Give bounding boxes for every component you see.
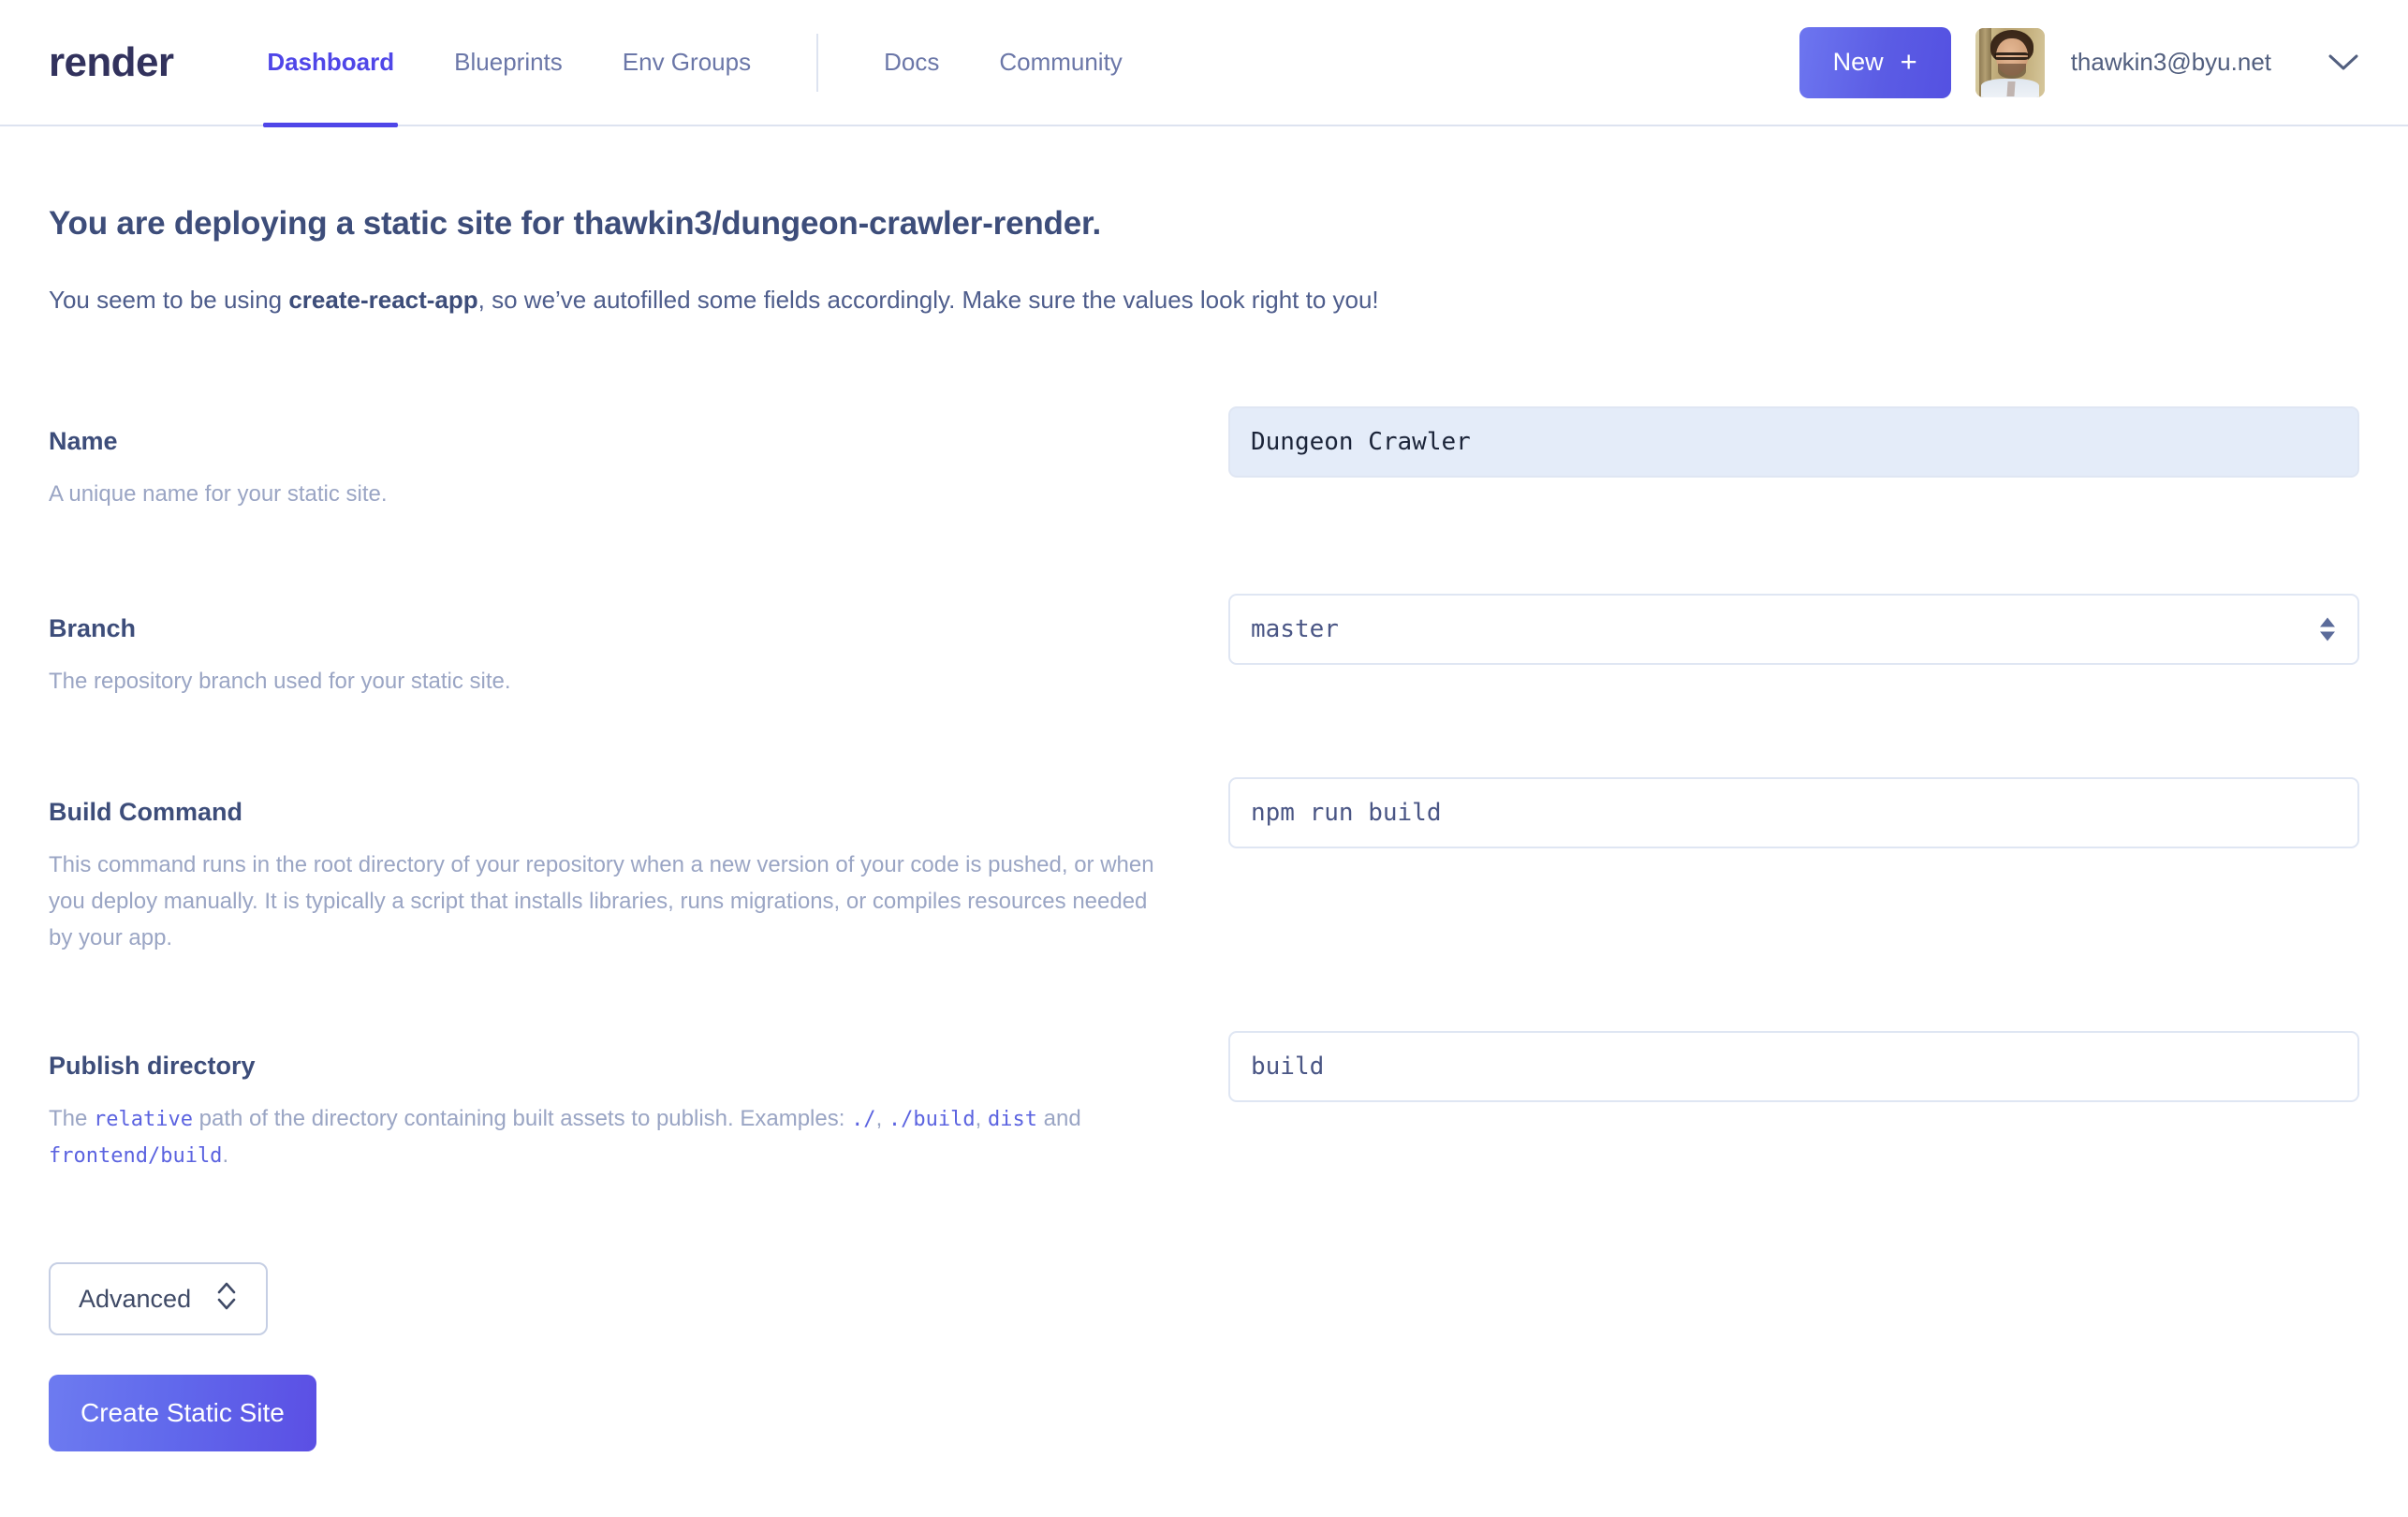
nav-divider [816, 33, 819, 92]
avatar-beard [1998, 63, 2026, 80]
nav-item-community[interactable]: Community [969, 0, 1152, 125]
publish-help-sep-2: , [975, 1106, 988, 1132]
advanced-toggle-button[interactable]: Advanced [49, 1262, 269, 1336]
new-button-label: New [1832, 48, 1884, 76]
form-left-publish-directory: Publish directory The relative path of t… [49, 1031, 1228, 1174]
name-input[interactable] [1228, 406, 2359, 479]
page-subtitle-before: You seem to be using [49, 286, 289, 314]
publish-help-code-dot-build: ./build [888, 1108, 976, 1132]
publish-directory-label: Publish directory [49, 1052, 256, 1081]
form-right-name [1228, 406, 2359, 479]
build-command-label: Build Command [49, 797, 242, 826]
form-right-build-command [1228, 776, 2359, 848]
primary-nav: Dashboard Blueprints Env Groups Docs Com… [237, 0, 1152, 127]
form-left-branch: Branch The repository branch used for yo… [49, 594, 1228, 700]
form-left-build-command: Build Command This command runs in the r… [49, 777, 1228, 957]
avatar[interactable] [1975, 27, 2045, 97]
form-actions: Advanced Create Static Site [49, 1174, 2359, 1517]
advanced-button-label: Advanced [79, 1284, 192, 1313]
name-help-text: A unique name for your static site. [49, 481, 388, 508]
chevron-down-icon[interactable] [2271, 53, 2359, 72]
branch-select[interactable]: master [1228, 593, 2359, 665]
page-title-repo: thawkin3/dungeon-crawler-render. [573, 205, 1102, 242]
form-left-name: Name A unique name for your static site. [49, 406, 1228, 513]
publish-directory-input[interactable] [1228, 1031, 2359, 1103]
nav-item-dashboard[interactable]: Dashboard [237, 0, 424, 127]
form-row-name: Name A unique name for your static site. [49, 406, 2359, 513]
form-right-branch: master [1228, 593, 2359, 665]
publish-help-part-1: The [49, 1106, 95, 1132]
page-subtitle: You seem to be using create-react-app, s… [49, 284, 2359, 317]
create-static-site-button[interactable]: Create Static Site [49, 1375, 316, 1452]
page-subtitle-after: , so we’ve autofilled some fields accord… [477, 286, 1379, 314]
form-row-publish-directory: Publish directory The relative path of t… [49, 1031, 2359, 1174]
name-label: Name [49, 427, 118, 456]
chevron-up-down-icon [215, 1279, 238, 1319]
nav-item-env-groups[interactable]: Env Groups [593, 0, 781, 125]
publish-help-part-4: . [222, 1142, 229, 1169]
nav-item-docs[interactable]: Docs [854, 0, 969, 125]
page-title: You are deploying a static site for thawk… [49, 205, 2359, 243]
publish-help-code-dot-slash: ./ [851, 1108, 876, 1132]
avatar-tie [2006, 81, 2016, 97]
publish-help-code-frontend-build: frontend/build [49, 1144, 223, 1169]
build-command-input[interactable] [1228, 776, 2359, 848]
avatar-glasses [1994, 52, 2030, 61]
publish-help-part-2: path of the directory containing built a… [193, 1106, 852, 1132]
branch-select-wrapper: master [1228, 593, 2359, 665]
page-subtitle-framework: create-react-app [288, 286, 478, 314]
branch-label: Branch [49, 613, 137, 642]
build-command-help-text: This command runs in the root directory … [49, 851, 1154, 950]
plus-icon: + [1900, 45, 1917, 78]
nav-item-blueprints[interactable]: Blueprints [424, 0, 593, 125]
publish-help-sep-1: , [875, 1106, 888, 1132]
header-inner: render Dashboard Blueprints Env Groups D… [0, 0, 2408, 127]
branch-help-text: The repository branch used for your stat… [49, 668, 511, 694]
form-right-publish-directory [1228, 1031, 2359, 1103]
page-title-prefix: You are deploying a static site for [49, 205, 565, 242]
publish-help-part-3: and [1036, 1106, 1081, 1132]
new-button[interactable]: New + [1799, 26, 1951, 98]
publish-help-code-dist: dist [987, 1108, 1037, 1132]
branch-select-value: master [1251, 614, 1339, 643]
form-row-branch: Branch The repository branch used for yo… [49, 593, 2359, 700]
render-logo[interactable]: render [49, 41, 174, 83]
main-content: You are deploying a static site for thawk… [0, 205, 2408, 1517]
user-email-label[interactable]: thawkin3@byu.net [2071, 48, 2271, 77]
header-right: New + thawkin3@byu.net [1799, 26, 2359, 98]
app-header: render Dashboard Blueprints Env Groups D… [0, 0, 2408, 127]
publish-help-code-relative: relative [94, 1108, 193, 1132]
form-row-build-command: Build Command This command runs in the r… [49, 776, 2359, 957]
publish-directory-help-text: The relative path of the directory conta… [49, 1101, 1172, 1174]
